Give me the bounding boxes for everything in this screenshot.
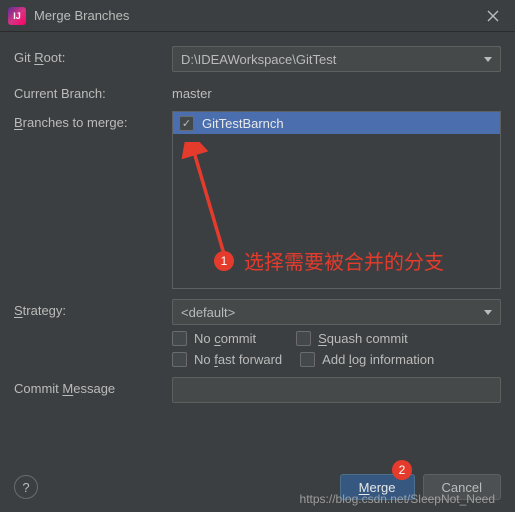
close-icon[interactable]: [479, 2, 507, 30]
checkbox-icon: [296, 331, 311, 346]
window-title: Merge Branches: [34, 8, 479, 23]
watermark: https://blog.csdn.net/SleepNot_Need: [300, 492, 495, 506]
no-commit-option[interactable]: No commit: [172, 331, 256, 346]
branches-to-merge-label: Branches to merge:: [14, 111, 172, 130]
strategy-value: <default>: [181, 305, 235, 320]
no-fast-forward-option[interactable]: No fast forward: [172, 352, 282, 367]
branch-checkbox[interactable]: [179, 116, 194, 131]
branch-name: GitTestBarnch: [202, 116, 284, 131]
strategy-dropdown[interactable]: <default>: [172, 299, 501, 325]
app-icon: IJ: [8, 7, 26, 25]
checkbox-icon: [300, 352, 315, 367]
commit-message-label: Commit Message: [14, 377, 172, 396]
checkbox-icon: [172, 331, 187, 346]
help-button[interactable]: ?: [14, 475, 38, 499]
strategy-label: Strategy:: [14, 299, 172, 318]
git-root-value: D:\IDEAWorkspace\GitTest: [181, 52, 336, 67]
title-bar: IJ Merge Branches: [0, 0, 515, 32]
git-root-label: Git Root:: [14, 46, 172, 65]
add-log-info-option[interactable]: Add log information: [300, 352, 434, 367]
list-item[interactable]: GitTestBarnch: [173, 112, 500, 134]
checkbox-icon: [172, 352, 187, 367]
chevron-down-icon: [484, 310, 492, 315]
chevron-down-icon: [484, 57, 492, 62]
commit-message-input[interactable]: [172, 377, 501, 403]
annotation-badge-2: 2: [392, 460, 412, 480]
annotation-badge-1: 1: [214, 251, 234, 271]
git-root-dropdown[interactable]: D:\IDEAWorkspace\GitTest: [172, 46, 501, 72]
current-branch-value: master: [172, 86, 212, 101]
current-branch-label: Current Branch:: [14, 82, 172, 101]
squash-commit-option[interactable]: Squash commit: [296, 331, 408, 346]
annotation-text: 选择需要被合并的分支: [244, 246, 444, 275]
